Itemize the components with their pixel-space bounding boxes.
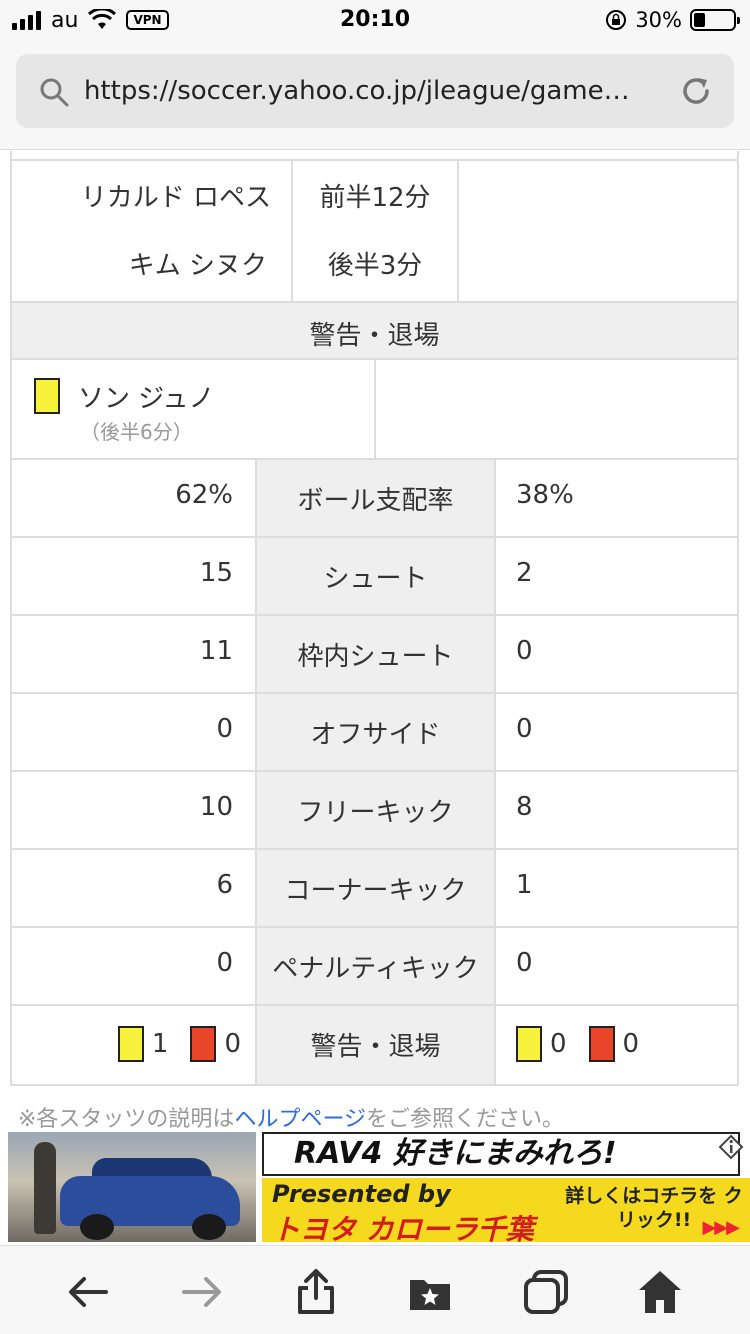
ad-presented-by: Presented by [272, 1180, 451, 1208]
ad-info-icon[interactable] [718, 1134, 744, 1160]
stat-label: 警告・退場 [310, 1032, 441, 1062]
scorer-name: キム シヌク [128, 251, 267, 281]
stat-row: 10 フリーキック 8 [12, 772, 737, 850]
battery-percent: 30% [635, 8, 682, 32]
stat-row-cards: 1 0 警告・退場 0 0 [12, 1006, 737, 1084]
stat-away-value: 1 [516, 870, 533, 900]
stat-row: 0 オフサイド 0 [12, 694, 737, 772]
stat-label: 枠内シュート [297, 642, 454, 672]
battery-fill [694, 13, 706, 27]
stat-away-value: 38% [516, 480, 574, 510]
carded-player-name: ソン ジュノ [78, 384, 215, 414]
stat-row: 11 枠内シュート 0 [12, 616, 737, 694]
stats-table: 62% ボール支配率 38% 15 シュート 2 11 枠内シュート 0 0 オ… [10, 460, 739, 1086]
stat-home-value: 15 [199, 558, 233, 588]
section-title: 警告・退場 [309, 321, 440, 351]
game-stats-content: リカルド ロペス 前半12分 キム シヌク 後半3分 警告・退場 ソン ジュノ … [0, 151, 750, 1129]
stat-label: コーナーキック [284, 876, 467, 906]
ad-banner[interactable]: RAV4 好きにまみれろ! Presented by トヨタ カローラ千葉 詳し… [0, 1130, 750, 1245]
scorer-time: 後半3分 [327, 251, 423, 281]
stat-label: フリーキック [297, 798, 454, 828]
stat-label: オフサイド [310, 720, 441, 750]
reload-icon[interactable] [678, 73, 714, 109]
carded-player-time: （後半6分） [80, 420, 193, 444]
forward-icon[interactable] [178, 1268, 226, 1316]
stat-row: 62% ボール支配率 38% [12, 460, 737, 538]
scorers-table: リカルド ロペス 前半12分 キム シヌク 後半3分 [10, 161, 739, 303]
ad-car-image[interactable] [8, 1132, 256, 1242]
help-page-link[interactable]: ヘルプページ [234, 1107, 366, 1129]
stat-home-value: 0 [216, 714, 233, 744]
tabs-icon[interactable] [522, 1268, 570, 1316]
ad-sponsor-box[interactable]: Presented by トヨタ カローラ千葉 [262, 1178, 542, 1245]
scorer-time: 前半12分 [319, 183, 431, 213]
scorer-name: リカルド ロペス [80, 183, 271, 213]
home-yellow-count: 1 [151, 1029, 169, 1059]
home-icon[interactable] [636, 1268, 684, 1316]
stat-away-value: 0 [516, 948, 533, 978]
stat-label: シュート [323, 564, 428, 594]
address-bar[interactable]: https://soccer.yahoo.co.jp/jleague/game… [16, 54, 734, 128]
search-icon [40, 78, 69, 107]
bookmarks-icon[interactable] [406, 1268, 454, 1316]
home-red-count: 0 [224, 1029, 241, 1059]
stat-away-value: 2 [516, 558, 533, 588]
cards-detail-row: ソン ジュノ （後半6分） [10, 360, 739, 460]
yellow-card-icon [117, 1026, 144, 1062]
stat-away-value: 0 [516, 714, 533, 744]
ad-dealer-name: トヨタ カローラ千葉 [272, 1213, 534, 1245]
red-card-icon [190, 1026, 217, 1062]
cards-section-header: 警告・退場 [10, 303, 739, 360]
stat-row: 15 シュート 2 [12, 538, 737, 616]
stat-home-value: 10 [199, 792, 233, 822]
browser-toolbar [0, 1245, 750, 1334]
yellow-card-icon [34, 378, 60, 414]
back-icon[interactable] [64, 1268, 112, 1316]
red-card-icon [588, 1026, 615, 1062]
stat-row: 6 コーナーキック 1 [12, 850, 737, 928]
ad-cta-box[interactable]: 詳しくはコチラを クリック!! ▶▶▶ [542, 1178, 750, 1242]
battery-icon [690, 9, 740, 31]
ad-title[interactable]: RAV4 好きにまみれろ! [262, 1132, 740, 1176]
stat-label: ペナルティキック [272, 954, 479, 984]
stat-home-value: 11 [199, 636, 233, 666]
share-icon[interactable] [292, 1268, 340, 1316]
stat-row: 0 ペナルティキック 0 [12, 928, 737, 1006]
stat-away-value: 8 [516, 792, 533, 822]
browser-address-area: https://soccer.yahoo.co.jp/jleague/game… [0, 40, 750, 150]
rotation-lock-icon [606, 10, 627, 30]
yellow-card-icon [516, 1026, 542, 1062]
stat-away-value: 0 [516, 636, 533, 666]
stat-home-value: 6 [216, 870, 233, 900]
stat-home-value: 0 [216, 948, 233, 978]
stat-home-value: 62% [175, 480, 233, 510]
stat-label: ボール支配率 [297, 486, 454, 516]
ad-arrows: ▶▶▶ [702, 1217, 740, 1238]
status-bar: au VPN 20:10 30% [0, 0, 750, 40]
away-red-count: 0 [622, 1029, 640, 1059]
away-yellow-count: 0 [550, 1029, 567, 1059]
url-text[interactable]: https://soccer.yahoo.co.jp/jleague/game… [84, 54, 664, 128]
stats-footnote: ※各スタッツの説明はヘルプページをご参照ください。 [18, 1101, 564, 1129]
